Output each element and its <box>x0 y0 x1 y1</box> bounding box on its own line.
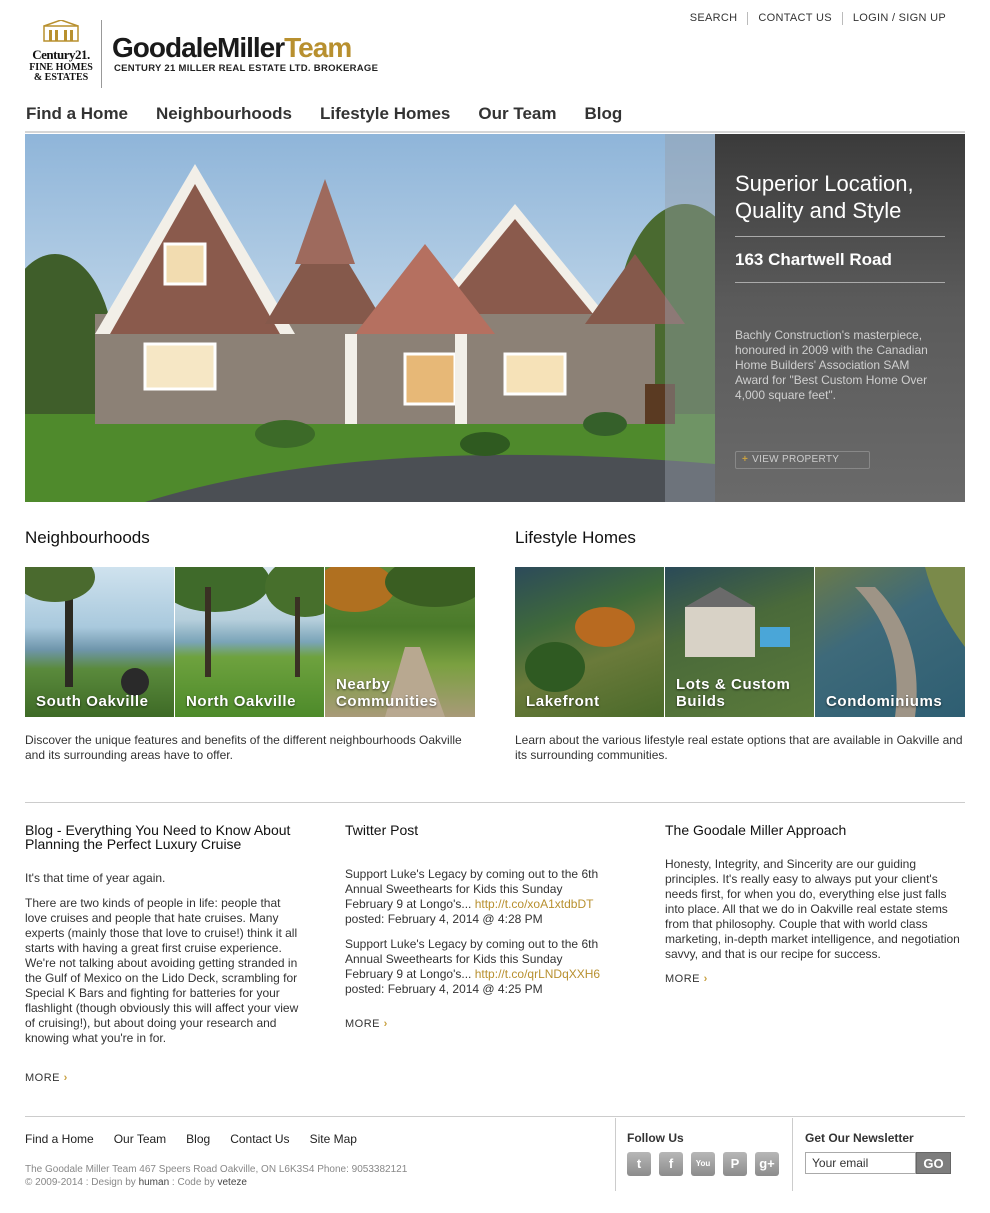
century21-wordmark: Century21. <box>32 47 90 62</box>
approach-body: Honesty, Integrity, and Sincerity are ou… <box>665 857 960 961</box>
tile-label: Nearby Communities <box>336 676 438 710</box>
newsletter-heading: Get Our Newsletter <box>805 1131 914 1145</box>
approach-title: The Goodale Miller Approach <box>665 822 847 838</box>
century21-logo[interactable]: Century21. FINE HOMES & ESTATES <box>25 19 97 86</box>
tile-condominiums[interactable]: Condominiums <box>815 567 965 717</box>
lifestyle-tiles: Lakefront Lots & Custom Builds Condomini… <box>515 567 965 717</box>
utility-nav: SEARCH CONTACT US LOGIN / SIGN UP <box>680 12 956 25</box>
newsletter-go-button[interactable]: GO <box>916 1152 951 1174</box>
tile-label: North Oakville <box>186 693 297 710</box>
plus-icon: + <box>742 454 749 465</box>
logo-divider <box>101 20 102 88</box>
google-plus-icon[interactable]: g+ <box>755 1152 779 1176</box>
footer-link-blog[interactable]: Blog <box>186 1132 210 1146</box>
tweet-posted: posted: February 4, 2014 @ 4:28 PM <box>345 912 543 926</box>
approach-more-link[interactable]: MORE › <box>665 973 708 985</box>
nav-our-team[interactable]: Our Team <box>478 104 556 124</box>
footer-separator <box>792 1118 793 1191</box>
blog-title[interactable]: Blog - Everything You Need to Know About… <box>25 823 310 851</box>
copyright-text: © 2009-2014 : Design by <box>25 1177 139 1188</box>
neighbourhoods-tiles: South Oakville North Oakville Nearby Com… <box>25 567 475 717</box>
hero-info-panel: Superior Location, Quality and Style 163… <box>715 134 965 502</box>
tile-south-oakville[interactable]: South Oakville <box>25 567 175 717</box>
hero-overlay <box>665 134 715 502</box>
nav-find-a-home[interactable]: Find a Home <box>26 104 128 124</box>
tweet-item: Support Luke's Legacy by coming out to t… <box>345 937 610 997</box>
tile-label: Condominiums <box>826 693 943 710</box>
code-credit-link[interactable]: veteze <box>218 1177 247 1188</box>
more-label: MORE <box>665 973 700 985</box>
contact-us-link[interactable]: CONTACT US <box>747 12 842 25</box>
neighbourhoods-heading: Neighbourhoods <box>25 528 150 547</box>
twitter-more-link[interactable]: MORE › <box>345 1018 388 1030</box>
main-nav: Find a Home Neighbourhoods Lifestyle Hom… <box>26 104 650 124</box>
twitter-title: Twitter Post <box>345 822 419 838</box>
house-emblem-icon <box>43 19 79 42</box>
footer-link-find-a-home[interactable]: Find a Home <box>25 1132 94 1146</box>
chevron-right-icon: › <box>703 973 708 985</box>
footer-link-site-map[interactable]: Site Map <box>310 1132 357 1146</box>
hero-divider-top <box>735 236 945 237</box>
house-illustration <box>25 164 715 502</box>
social-icons: t f You P g+ <box>627 1152 779 1176</box>
view-property-button[interactable]: + VIEW PROPERTY <box>735 451 870 469</box>
blog-body: There are two kinds of people in life: p… <box>25 896 299 1045</box>
footer-divider <box>25 1116 965 1117</box>
newsletter-email-input[interactable]: Your email <box>805 1152 916 1174</box>
blog-more-link[interactable]: MORE › <box>25 1072 68 1084</box>
pinterest-icon[interactable]: P <box>723 1152 747 1176</box>
hero-address[interactable]: 163 Chartwell Road <box>735 250 892 270</box>
brokerage-subtitle: CENTURY 21 MILLER REAL ESTATE LTD. BROKE… <box>114 63 379 74</box>
follow-us-heading: Follow Us <box>627 1131 684 1145</box>
blog-intro: It's that time of year again. <box>25 871 166 885</box>
footer-copyright: © 2009-2014 : Design by human : Code by … <box>25 1176 407 1189</box>
hero-divider-bottom <box>735 282 945 283</box>
tweet-posted: posted: February 4, 2014 @ 4:25 PM <box>345 982 543 996</box>
footer-nav: Find a Home Our Team Blog Contact Us Sit… <box>25 1132 377 1146</box>
footer-link-our-team[interactable]: Our Team <box>114 1132 166 1146</box>
footer-link-contact-us[interactable]: Contact Us <box>230 1132 289 1146</box>
estates-text: & ESTATES <box>33 72 89 83</box>
footer-address-block: The Goodale Miller Team 467 Speers Road … <box>25 1163 407 1189</box>
section-divider <box>25 802 965 803</box>
nav-divider <box>25 131 965 133</box>
chevron-right-icon: › <box>63 1072 68 1084</box>
more-label: MORE <box>345 1018 380 1030</box>
hero-banner: Superior Location, Quality and Style 163… <box>25 134 965 502</box>
tweet-item: Support Luke's Legacy by coming out to t… <box>345 867 610 927</box>
tile-lakefront[interactable]: Lakefront <box>515 567 665 717</box>
facebook-icon[interactable]: f <box>659 1152 683 1176</box>
tile-label: South Oakville <box>36 693 149 710</box>
hero-house-photo[interactable] <box>25 134 715 502</box>
youtube-icon[interactable]: You <box>691 1152 715 1176</box>
tile-label: Lots & Custom Builds <box>676 676 791 710</box>
footer-address: The Goodale Miller Team 467 Speers Road … <box>25 1164 408 1175</box>
more-label: MORE <box>25 1072 60 1084</box>
tile-lots-custom-builds[interactable]: Lots & Custom Builds <box>665 567 815 717</box>
neighbourhoods-description: Discover the unique features and benefit… <box>25 733 462 762</box>
chevron-right-icon: › <box>383 1018 388 1030</box>
tweet-link[interactable]: http://t.co/xoA1xtdbDT <box>475 897 594 911</box>
view-property-label: VIEW PROPERTY <box>752 454 840 465</box>
hero-title: Superior Location, Quality and Style <box>735 171 914 223</box>
nav-lifestyle-homes[interactable]: Lifestyle Homes <box>320 104 450 124</box>
footer-separator <box>615 1118 616 1191</box>
search-link[interactable]: SEARCH <box>680 12 748 25</box>
tweet-link[interactable]: http://t.co/qrLNDqXXH6 <box>475 967 600 981</box>
nav-neighbourhoods[interactable]: Neighbourhoods <box>156 104 292 124</box>
twitter-icon[interactable]: t <box>627 1152 651 1176</box>
tile-label: Lakefront <box>526 693 600 710</box>
design-credit-link[interactable]: human <box>139 1177 170 1188</box>
lifestyle-homes-heading: Lifestyle Homes <box>515 528 636 547</box>
code-credit-text: : Code by <box>169 1177 218 1188</box>
brand-logo[interactable]: GoodaleMillerTeam <box>112 32 352 64</box>
hero-description: Bachly Construction's masterpiece, honou… <box>735 328 928 402</box>
brand-name-gold: Team <box>284 32 352 63</box>
lifestyle-description: Learn about the various lifestyle real e… <box>515 733 963 762</box>
tile-nearby-communities[interactable]: Nearby Communities <box>325 567 475 717</box>
nav-blog[interactable]: Blog <box>584 104 622 124</box>
tile-north-oakville[interactable]: North Oakville <box>175 567 325 717</box>
brand-name-dark: GoodaleMiller <box>112 32 285 63</box>
login-signup-link[interactable]: LOGIN / SIGN UP <box>841 12 956 25</box>
